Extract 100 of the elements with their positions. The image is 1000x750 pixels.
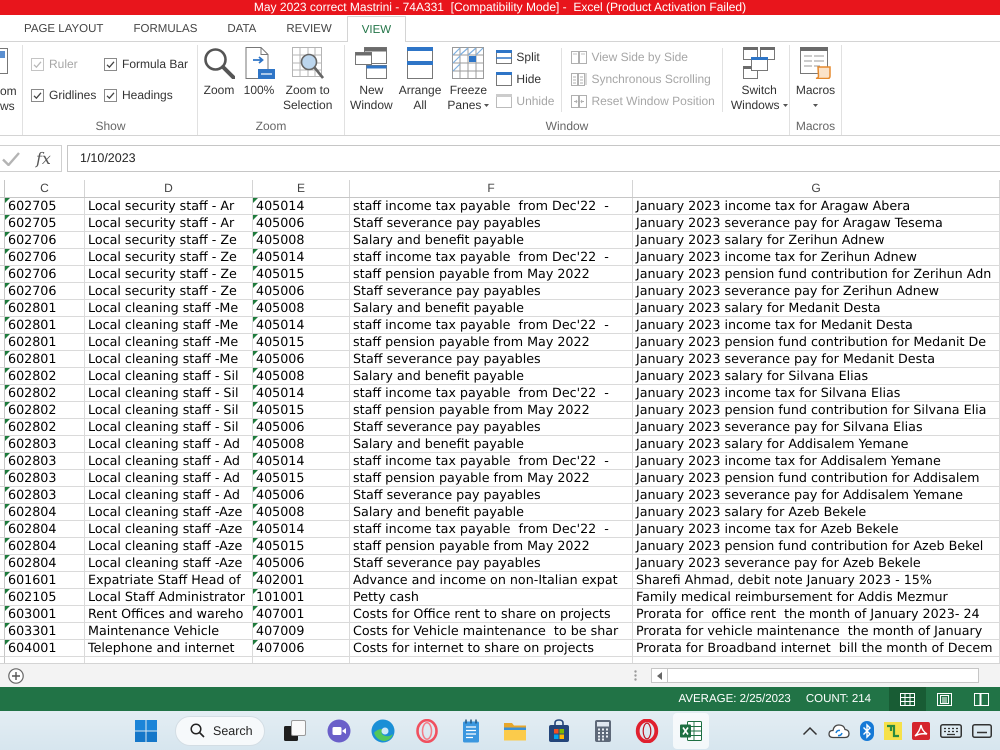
insert-function-button[interactable]: fx (36, 149, 51, 168)
cell-text: 601601 (8, 572, 56, 587)
cell-text: 602802 (8, 402, 56, 417)
status-text: AVERAGE: 2/25/2023 (678, 693, 791, 705)
side-pages-icon (571, 50, 588, 64)
cell-text: 602705 (8, 198, 56, 213)
cell-text: 405008 (256, 504, 304, 519)
horizontal-scrollbar[interactable] (651, 668, 979, 683)
shopping-bag-icon[interactable] (547, 718, 571, 742)
search-icon (190, 723, 205, 738)
cell-text: Local security staff - Ze (88, 249, 237, 264)
cell-text: 602802 (8, 368, 56, 383)
cell-text: Local cleaning staff -Me (88, 351, 238, 366)
taskbar-button[interactable] (673, 712, 709, 748)
zoom-button[interactable]: Zoom (200, 45, 238, 118)
keyboard-icon[interactable] (940, 724, 962, 738)
zoom-to-selection-button[interactable]: Zoom to Selection (280, 45, 336, 118)
cell-text: January 2023 income tax for Medanit Desta (636, 317, 913, 332)
checkbox[interactable] (31, 88, 44, 102)
column-header[interactable]: G (633, 180, 1000, 197)
view-button[interactable] (889, 687, 926, 711)
cell-text: Local cleaning staff - Sil (88, 368, 239, 383)
checkbox-option[interactable]: Gridlines (31, 86, 104, 104)
macros-button[interactable]: Macros (792, 45, 838, 118)
views-button[interactable]: om ws (0, 45, 17, 135)
checkbox[interactable] (104, 88, 117, 102)
add-sheet-icon[interactable] (8, 668, 24, 684)
search-button[interactable]: Search (175, 716, 265, 746)
hide-button[interactable]: Hide (494, 68, 556, 90)
cell-text: 602801 (8, 300, 56, 315)
ribbon-tab[interactable]: PAGE LAYOUT (9, 16, 118, 41)
column-header[interactable]: F (350, 180, 633, 197)
cell-text: 405015 (256, 266, 304, 281)
cell-text: 602801 (8, 351, 56, 366)
drag-handle-icon[interactable] (634, 670, 637, 681)
left-arrow-icon[interactable] (657, 672, 662, 680)
o-ring-icon[interactable] (635, 718, 659, 742)
spreadsheet-icon (679, 718, 703, 742)
cell-text: January 2023 severance pay for Aragaw Tesema (636, 215, 943, 230)
cell-text: 602706 (8, 266, 56, 281)
split-button[interactable]: Split (494, 46, 556, 68)
column-header[interactable]: C (5, 180, 85, 197)
tray-app-icon[interactable] (884, 722, 902, 740)
ring-icon[interactable] (415, 718, 439, 742)
page-break-icon[interactable] (974, 692, 989, 706)
page-arrow-icon (243, 47, 275, 79)
cell-text: Maintenance Vehicle (88, 623, 220, 638)
switch-windows-button[interactable]: Switch Windows (728, 45, 791, 118)
ribbon-tab[interactable]: DATA (212, 16, 272, 41)
freeze-panes-button[interactable]: Freeze Panes (444, 45, 492, 118)
screen-icon[interactable] (972, 724, 992, 738)
checkbox[interactable] (104, 58, 117, 70)
cell-text: 405008 (256, 300, 304, 315)
arrange-all-button[interactable]: Arrange All (396, 45, 444, 118)
cell-text: Local cleaning staff -Aze (88, 555, 242, 570)
windows-icon (355, 47, 388, 79)
cell-text: 602706 (8, 232, 56, 247)
cell-text: January 2023 pension fund contribution for Azeb Bekel (636, 538, 984, 553)
pdf-icon[interactable] (912, 722, 930, 740)
cell-text: Family medical reimbursement for Addis Mezmur (636, 589, 948, 604)
cell-text: January 2023 salary for Azeb Bekele (636, 504, 866, 519)
grid-magnifier-icon (292, 47, 324, 79)
cell-text: 407009 (256, 623, 304, 638)
split-window-icon (496, 50, 512, 64)
column-header[interactable]: D (85, 180, 253, 197)
cell-text: Prorata for Broadband internet bill the month of Decem (636, 640, 993, 655)
grid-icon (452, 47, 484, 79)
group-label: Window (544, 118, 590, 135)
ribbon-tab[interactable]: VIEW (346, 16, 406, 42)
page-layout-icon[interactable] (937, 692, 952, 706)
cell-text: 405015 (256, 538, 304, 553)
video-chat-icon[interactable] (327, 718, 351, 742)
group-label: Zoom (254, 118, 288, 135)
start-icon[interactable] (134, 718, 158, 742)
new-window-button[interactable]: New Window (347, 45, 396, 118)
ribbon-tab[interactable]: FORMULAS (118, 16, 212, 41)
chevron-up-icon[interactable] (802, 726, 818, 736)
cell-text: Telephone and internet (88, 640, 235, 655)
cloud-sync-icon[interactable] (828, 722, 850, 738)
cell-text: staff pension payable from May 2022 (353, 538, 590, 553)
zoom-100-button[interactable]: 100% (240, 45, 278, 118)
checkbox-option[interactable]: Formula Bar (104, 55, 197, 73)
cell-text: Salary and benefit payable (353, 504, 524, 519)
ribbon-tab[interactable]: REVIEW (271, 16, 347, 41)
cell-text: 602803 (8, 470, 56, 485)
cell-text: January 2023 salary for Medanit Desta (636, 300, 880, 315)
cell-text: staff income tax payable from Dec'22 - (353, 249, 609, 264)
cell-text: 405006 (256, 283, 304, 298)
cell-text: Local cleaning staff - Sil (88, 385, 239, 400)
cell-text: 407006 (256, 640, 304, 655)
bluetooth-icon[interactable] (860, 720, 874, 740)
column-header[interactable]: E (253, 180, 350, 197)
group-label: Macros (794, 118, 836, 135)
cell-text: Costs for Vehicle maintenance to be shar (353, 623, 618, 638)
cell-text: January 2023 income tax for Silvana Elias (636, 385, 900, 400)
task-view-icon[interactable] (283, 718, 307, 742)
cell-text: 602804 (8, 555, 56, 570)
swirl-icon[interactable] (371, 718, 395, 742)
formula-input[interactable]: 1/10/2023 (67, 145, 1000, 172)
checkbox-option[interactable]: Headings (104, 86, 197, 104)
